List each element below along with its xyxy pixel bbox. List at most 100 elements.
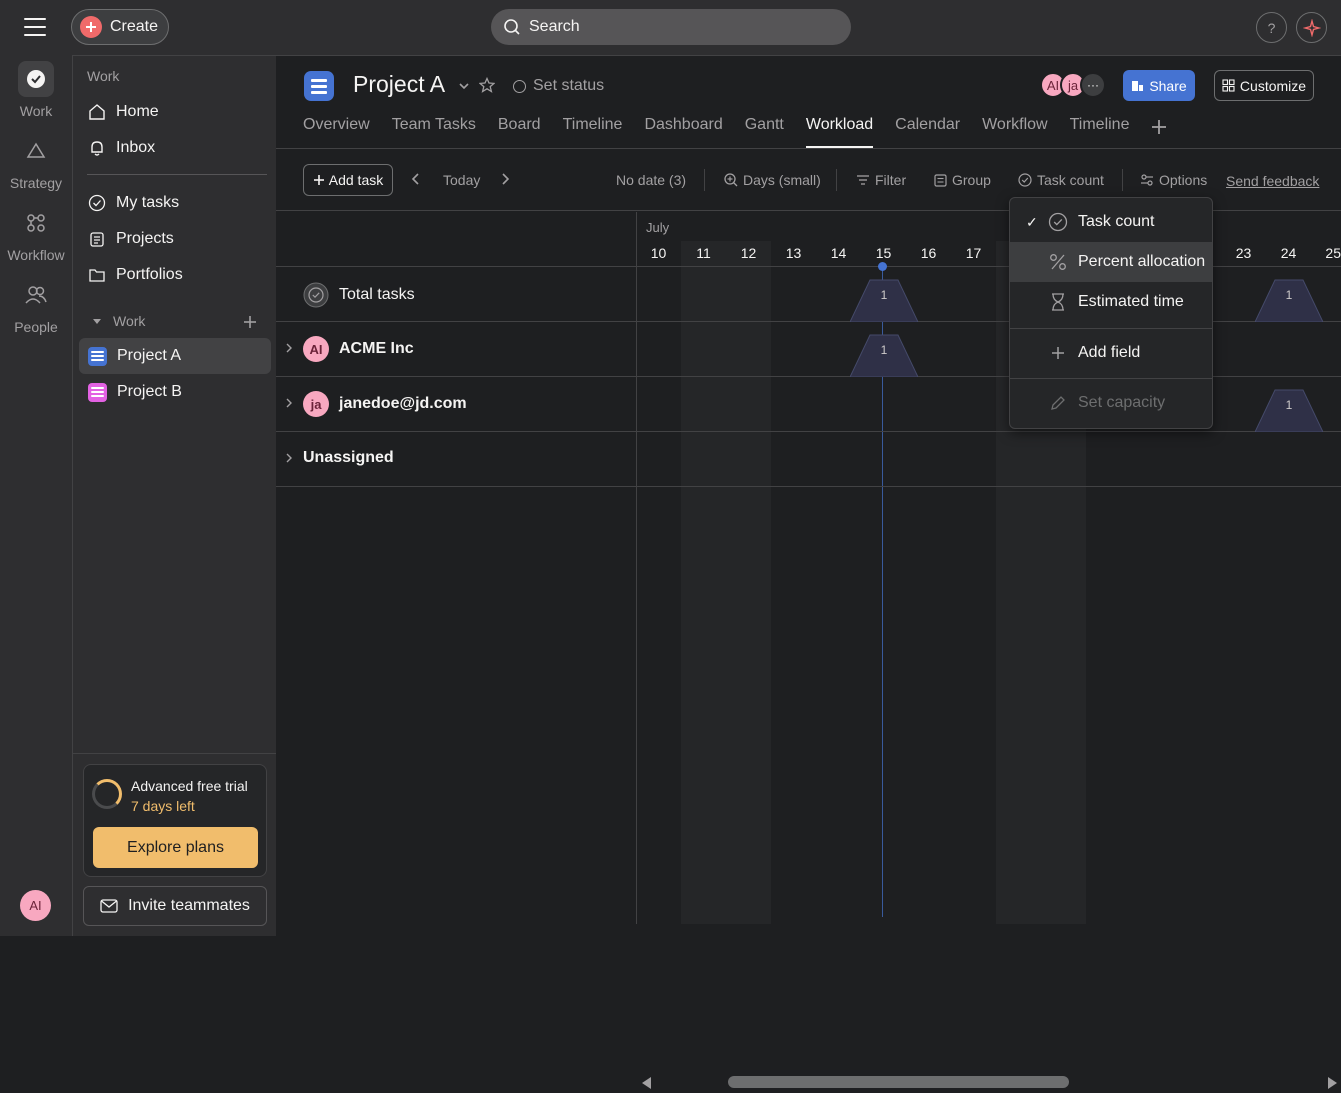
tab-board[interactable]: Board: [498, 116, 541, 148]
filter-button[interactable]: Filter: [856, 172, 906, 188]
chevron-right-icon[interactable]: [284, 452, 294, 464]
project-title[interactable]: Project A: [353, 71, 445, 98]
sidebar-item-portfolios[interactable]: Portfolios: [79, 257, 271, 293]
pencil-icon: [1051, 396, 1065, 410]
invite-teammates-button[interactable]: Invite teammates: [83, 886, 267, 926]
menu-separator: [1010, 328, 1212, 329]
checkmark-icon: ✓: [1026, 213, 1038, 230]
no-date-button[interactable]: No date (3): [616, 172, 686, 188]
sidebar-item-project-b[interactable]: Project B: [79, 374, 271, 410]
workload-bump[interactable]: 1: [1255, 389, 1323, 432]
project-tabs: Overview Team Tasks Board Timeline Dashb…: [303, 116, 1167, 148]
bump-count: 1: [880, 288, 888, 302]
options-icon: [1141, 174, 1153, 186]
menu-item-add-field[interactable]: Add field: [1010, 333, 1212, 373]
tab-timeline[interactable]: Timeline: [563, 116, 623, 148]
sidebar-label-projects: Projects: [116, 230, 174, 247]
invite-label: Invite teammates: [128, 897, 250, 914]
tab-dashboard[interactable]: Dashboard: [644, 116, 722, 148]
ai-assistant-button[interactable]: [1296, 12, 1327, 43]
set-status-button[interactable]: Set status: [513, 77, 604, 95]
tab-team-tasks[interactable]: Team Tasks: [392, 116, 476, 148]
send-feedback-link[interactable]: Send feedback: [1226, 173, 1319, 189]
scroll-thumb[interactable]: [728, 1076, 1069, 1088]
options-button[interactable]: Options: [1140, 172, 1207, 188]
add-project-plus-icon[interactable]: [243, 315, 257, 329]
tab-overview[interactable]: Overview: [303, 116, 370, 148]
zoom-days-button[interactable]: Days (small): [724, 172, 821, 188]
scroll-right-arrow-icon[interactable]: [1328, 1077, 1337, 1089]
scroll-left-arrow-icon[interactable]: [642, 1077, 651, 1089]
building-icon: [1132, 81, 1144, 91]
sidebar-item-my-tasks[interactable]: My tasks: [79, 185, 271, 221]
row-label: ja janedoe@jd.com: [303, 391, 467, 417]
group-button[interactable]: Group: [934, 172, 991, 188]
rail-item-people[interactable]: People: [0, 277, 72, 335]
workload-bump[interactable]: 1: [850, 279, 918, 322]
toolbar-separator: [1122, 169, 1123, 191]
home-icon: [89, 104, 105, 120]
workload-bump[interactable]: 1: [850, 334, 918, 377]
add-task-button[interactable]: Add task: [303, 164, 393, 196]
star-icon[interactable]: [479, 77, 495, 93]
bump-count: 1: [1285, 398, 1293, 412]
menu-item-estimated-time[interactable]: Estimated time: [1010, 282, 1212, 322]
chevron-right-icon[interactable]: [284, 342, 294, 354]
group-icon: [934, 173, 947, 187]
task-count-dropdown: ✓ Task count Percent allocation Estimate…: [1009, 197, 1213, 429]
sidebar-item-inbox[interactable]: Inbox: [79, 130, 271, 166]
add-tab-plus-icon[interactable]: [1151, 119, 1167, 135]
create-button[interactable]: Create: [71, 9, 169, 45]
row-label: Unassigned: [303, 449, 394, 467]
hourglass-icon: [1052, 293, 1064, 311]
sidebar-item-home[interactable]: Home: [79, 94, 271, 130]
sidebar-item-project-a[interactable]: Project A: [79, 338, 271, 374]
tab-timeline-2[interactable]: Timeline: [1070, 116, 1130, 148]
menu-item-task-count[interactable]: ✓ Task count: [1010, 202, 1212, 242]
zoom-icon: [724, 173, 738, 187]
members-avatars[interactable]: AI ja ···: [1040, 72, 1106, 98]
menu-item-percent-allocation[interactable]: Percent allocation: [1010, 242, 1212, 282]
sidebar-label-my-tasks: My tasks: [116, 194, 180, 211]
menu-separator: [1010, 378, 1212, 379]
tab-gantt[interactable]: Gantt: [745, 116, 784, 148]
menu-label: Percent allocation: [1078, 253, 1206, 270]
row-label: Total tasks: [303, 282, 415, 308]
day-label: 25: [1325, 245, 1341, 261]
sidebar-divider: [73, 753, 277, 754]
rail-item-workflow[interactable]: Workflow: [0, 205, 72, 263]
toolbar-separator: [836, 169, 837, 191]
task-count-button[interactable]: Task count: [1018, 172, 1104, 188]
sidebar-section-label: Work: [113, 313, 146, 329]
sidebar-item-projects[interactable]: Projects: [79, 221, 271, 257]
horizontal-scrollbar[interactable]: [636, 1071, 1341, 1093]
clipboard-icon: [90, 232, 104, 247]
chevron-right-icon[interactable]: [499, 172, 511, 186]
row-label: AI ACME Inc: [303, 336, 414, 362]
menu-item-set-capacity: Set capacity: [1010, 383, 1212, 423]
chevron-down-icon[interactable]: [458, 80, 470, 92]
rail-item-work[interactable]: Work: [0, 61, 72, 119]
user-avatar[interactable]: AI: [20, 890, 51, 921]
chevron-left-icon[interactable]: [410, 172, 422, 186]
day-label: 17: [965, 245, 982, 261]
tab-calendar[interactable]: Calendar: [895, 116, 960, 148]
workflow-icon: [18, 205, 54, 241]
menu-label: Estimated time: [1078, 293, 1184, 310]
sidebar-section-work[interactable]: Work: [91, 313, 145, 329]
workload-row-unassigned[interactable]: Unassigned: [276, 432, 1341, 487]
tab-workflow[interactable]: Workflow: [982, 116, 1048, 148]
trial-card: Advanced free trial 7 days left Explore …: [83, 764, 267, 877]
hamburger-menu-icon[interactable]: [24, 16, 46, 38]
help-button[interactable]: ?: [1256, 12, 1287, 43]
tab-workload[interactable]: Workload: [805, 116, 874, 148]
rail-item-strategy[interactable]: Strategy: [0, 133, 72, 191]
share-button[interactable]: Share: [1123, 70, 1195, 101]
search-input[interactable]: Search: [491, 9, 851, 45]
day-label: 16: [920, 245, 937, 261]
workload-bump[interactable]: 1: [1255, 279, 1323, 322]
chevron-right-icon[interactable]: [284, 397, 294, 409]
customize-button[interactable]: Customize: [1214, 70, 1314, 101]
explore-plans-button[interactable]: Explore plans: [93, 827, 258, 868]
today-button[interactable]: Today: [443, 172, 480, 188]
